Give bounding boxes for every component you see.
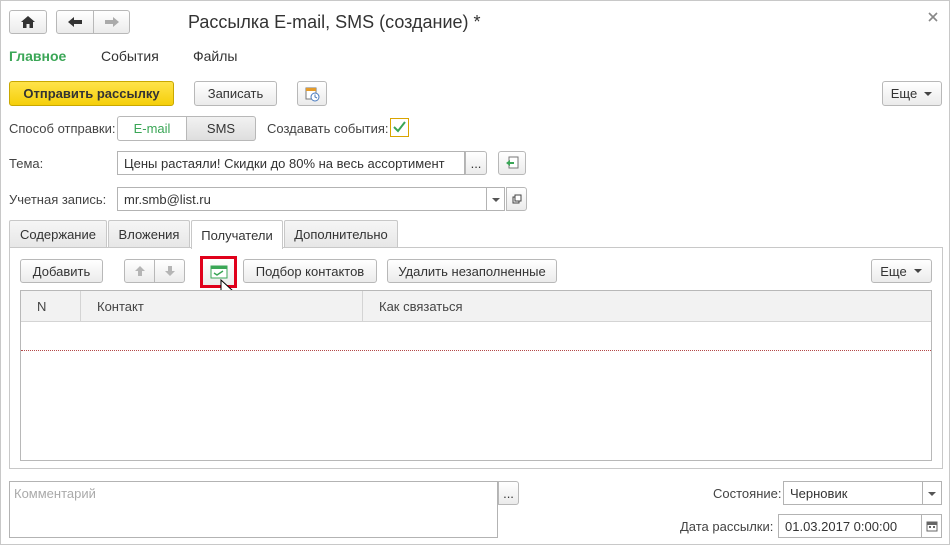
subject-label: Тема: — [9, 156, 44, 171]
arrow-up-icon — [134, 266, 145, 276]
section-files[interactable]: Файлы — [193, 48, 237, 64]
create-events-checkbox[interactable] — [390, 118, 409, 137]
send-method-email[interactable]: E-mail — [117, 116, 187, 141]
send-date-label: Дата рассылки: — [680, 519, 774, 534]
account-input[interactable]: mr.smb@list.ru — [117, 187, 487, 211]
subject-template-button[interactable] — [498, 151, 526, 175]
column-header-n[interactable]: N — [21, 291, 81, 322]
home-button[interactable] — [9, 10, 47, 34]
more-menu-label: Еще — [890, 86, 918, 101]
subject-input[interactable]: Цены растаяли! Скидки до 80% на весь асс… — [117, 151, 465, 175]
chevron-down-icon — [492, 198, 500, 202]
home-icon — [21, 16, 35, 28]
pick-contacts-button[interactable]: Подбор контактов — [243, 259, 377, 283]
forward-button[interactable] — [93, 10, 130, 34]
tab-additional[interactable]: Дополнительно — [284, 220, 398, 248]
more-menu-button[interactable]: Еще — [882, 81, 942, 106]
schedule-button[interactable] — [297, 81, 327, 106]
window-title: Рассылка E-mail, SMS (создание) * — [188, 12, 481, 32]
template-insert-icon — [506, 156, 519, 169]
status-label: Состояние: — [713, 486, 782, 501]
comment-placeholder: Комментарий — [14, 486, 96, 501]
chevron-down-icon — [928, 492, 936, 496]
add-recipient-button[interactable]: Добавить — [20, 259, 103, 283]
status-input[interactable]: Черновик — [783, 481, 923, 505]
section-events[interactable]: События — [101, 48, 159, 64]
tab-content[interactable]: Содержание — [9, 220, 107, 248]
send-method-label: Способ отправки: — [9, 121, 116, 136]
comment-input[interactable]: Комментарий — [9, 481, 498, 538]
send-date-input[interactable]: 01.03.2017 0:00:00 — [778, 514, 922, 538]
arrow-down-icon — [164, 266, 175, 276]
recipients-more-button[interactable]: Еще — [871, 259, 932, 283]
close-icon[interactable] — [927, 11, 941, 25]
calendar-clock-icon — [305, 87, 320, 101]
send-mailing-button[interactable]: Отправить рассылку — [9, 81, 174, 106]
column-header-contact[interactable]: Контакт — [81, 291, 363, 322]
arrow-left-icon — [68, 17, 82, 27]
checkmark-icon — [393, 121, 406, 133]
save-button[interactable]: Записать — [194, 81, 277, 106]
remove-empty-button[interactable]: Удалить незаполненные — [387, 259, 557, 283]
calendar-icon — [926, 521, 937, 532]
list-select-icon — [210, 265, 227, 279]
back-button[interactable] — [56, 10, 94, 34]
chevron-down-icon — [913, 269, 922, 273]
form-window: Рассылка E-mail, SMS (создание) * Главно… — [0, 0, 950, 545]
section-main[interactable]: Главное — [9, 48, 66, 64]
move-down-button[interactable] — [154, 259, 185, 283]
table-new-row-line — [21, 350, 931, 351]
column-header-how-to-contact[interactable]: Как связаться — [363, 291, 931, 322]
recipients-more-label: Еще — [880, 263, 907, 279]
comment-select-button[interactable]: ... — [498, 481, 519, 505]
status-dropdown-button[interactable] — [923, 481, 942, 505]
send-method-sms[interactable]: SMS — [186, 116, 256, 141]
recipients-table[interactable]: N Контакт Как связаться — [20, 290, 932, 461]
send-date-calendar-button[interactable] — [922, 514, 942, 538]
account-label: Учетная запись: — [9, 192, 107, 207]
account-dropdown-button[interactable] — [487, 187, 505, 211]
table-header: N Контакт Как связаться — [21, 291, 931, 322]
move-up-button[interactable] — [124, 259, 155, 283]
open-window-icon — [512, 194, 521, 204]
tab-attachments[interactable]: Вложения — [108, 220, 190, 248]
tab-recipients[interactable]: Получатели — [191, 220, 283, 249]
account-open-button[interactable] — [506, 187, 527, 211]
chevron-down-icon — [924, 91, 933, 96]
create-events-label: Создавать события: — [267, 121, 389, 136]
arrow-right-icon — [104, 17, 119, 27]
subject-select-button[interactable]: ... — [465, 151, 487, 175]
